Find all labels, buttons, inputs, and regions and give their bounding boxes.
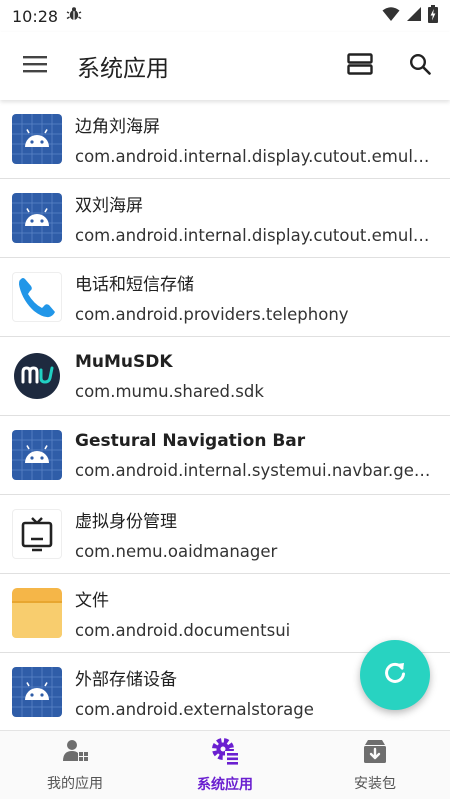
search-button[interactable] xyxy=(396,42,444,90)
app-package: com.android.documentsui xyxy=(75,621,291,640)
status-time: 10:28 xyxy=(12,6,59,26)
list-item-text: 双刘海屏 com.android.internal.display.cutout… xyxy=(75,191,450,245)
nav-label: 系统应用 xyxy=(197,777,253,793)
app-package: com.android.internal.display.cutout.emul… xyxy=(75,147,450,166)
list-item[interactable]: MuMuSDK com.mumu.shared.sdk xyxy=(0,337,450,416)
app-package: com.android.internal.display.cutout.emul… xyxy=(75,226,450,245)
status-right xyxy=(382,5,438,27)
list-item-text: MuMuSDK com.mumu.shared.sdk xyxy=(75,352,450,401)
app-name: 电话和短信存储 xyxy=(75,275,194,295)
app-name: 文件 xyxy=(75,591,109,611)
folder-icon xyxy=(12,588,62,638)
android-icon xyxy=(12,193,62,243)
bottom-nav: 我的应用 系统应用 安装包 xyxy=(0,730,450,799)
app-bar: 系统应用 xyxy=(0,32,450,100)
status-left: 10:28 xyxy=(12,6,82,26)
app-package: com.android.internal.systemui.navbar.ges… xyxy=(75,460,450,480)
system-apps-icon xyxy=(210,736,240,770)
app-name: Gestural Navigation Bar xyxy=(75,430,306,451)
view-toggle-button[interactable] xyxy=(336,42,384,90)
refresh-button[interactable] xyxy=(360,640,430,710)
android-icon xyxy=(12,114,62,164)
android-icon xyxy=(12,667,62,717)
list-item[interactable]: Gestural Navigation Bar com.android.inte… xyxy=(0,416,450,495)
list-item[interactable]: 边角刘海屏 com.android.internal.display.cutou… xyxy=(0,100,450,179)
app-package: com.android.providers.telephony xyxy=(75,305,349,324)
app-name: 边角刘海屏 xyxy=(75,117,160,137)
status-bar: 10:28 xyxy=(0,0,450,32)
mumu-icon xyxy=(12,351,62,401)
app-name: MuMuSDK xyxy=(75,351,173,372)
view-toggle-icon xyxy=(347,53,373,79)
menu-button[interactable] xyxy=(11,42,59,90)
app-list: 边角刘海屏 com.android.internal.display.cutou… xyxy=(0,100,450,730)
search-icon xyxy=(409,53,431,79)
app-name: 虚拟身份管理 xyxy=(75,512,177,532)
nav-install-package[interactable]: 安装包 xyxy=(300,731,450,799)
list-item[interactable]: 虚拟身份管理 com.nemu.oaidmanager xyxy=(0,495,450,574)
wifi-icon xyxy=(382,6,400,26)
phone-icon xyxy=(12,272,62,322)
app-package: com.nemu.oaidmanager xyxy=(75,542,278,561)
menu-icon xyxy=(22,54,48,78)
page-title: 系统应用 xyxy=(77,56,169,82)
refresh-icon xyxy=(382,660,408,690)
list-item-text: 文件 com.android.documentsui xyxy=(75,586,450,640)
android-icon xyxy=(12,430,62,480)
app-name: 双刘海屏 xyxy=(75,196,143,216)
nav-label: 我的应用 xyxy=(47,776,103,792)
list-item-text: Gestural Navigation Bar com.android.inte… xyxy=(75,431,450,480)
list-item-text: 边角刘海屏 com.android.internal.display.cutou… xyxy=(75,112,450,166)
nav-label: 安装包 xyxy=(354,776,396,792)
nav-my-apps[interactable]: 我的应用 xyxy=(0,731,150,799)
bug-icon xyxy=(66,6,82,26)
app-package: com.mumu.shared.sdk xyxy=(75,381,264,401)
install-package-icon xyxy=(361,737,389,769)
signal-icon xyxy=(406,6,422,26)
list-item-text: 虚拟身份管理 com.nemu.oaidmanager xyxy=(75,507,450,561)
nav-system-apps[interactable]: 系统应用 xyxy=(150,731,300,799)
list-item[interactable]: 双刘海屏 com.android.internal.display.cutout… xyxy=(0,179,450,258)
tv-icon xyxy=(12,509,62,559)
battery-charging-icon xyxy=(428,5,438,27)
user-apps-icon xyxy=(61,737,89,769)
list-item[interactable]: 电话和短信存储 com.android.providers.telephony xyxy=(0,258,450,337)
list-item-text: 电话和短信存储 com.android.providers.telephony xyxy=(75,270,450,324)
